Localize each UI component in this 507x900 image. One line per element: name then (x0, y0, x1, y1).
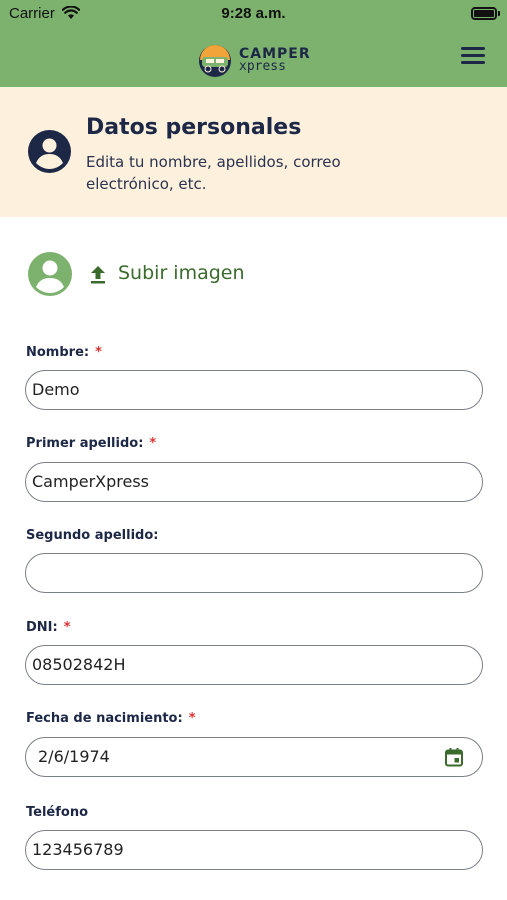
battery-tip (498, 11, 500, 16)
calendar-icon[interactable] (444, 747, 464, 767)
label-text: Segundo apellido: (26, 528, 159, 543)
section-header: Datos personales Edita tu nombre, apelli… (0, 87, 507, 217)
camperxpress-logo[interactable]: CAMPER xpress (197, 44, 317, 78)
page-description: Edita tu nombre, apellidos, correo elect… (86, 153, 341, 193)
required-asterisk: * (95, 345, 102, 360)
profile-avatar[interactable] (28, 252, 72, 296)
label-text: Teléfono (26, 805, 89, 820)
field-label-dni: DNI: * (26, 620, 71, 635)
label-text: DNI: (26, 620, 58, 635)
field-label-fecha-nacimiento: Fecha de nacimiento: * (26, 711, 196, 726)
dni-input[interactable]: 08502842H (25, 645, 483, 685)
clock: 9:28 a.m. (221, 5, 286, 22)
fecha-nacimiento-input[interactable]: 2/6/1974 (25, 737, 483, 777)
primer-apellido-input[interactable]: CamperXpress (25, 462, 483, 502)
status-bar: Carrier 9:28 a.m. (0, 0, 507, 28)
nombre-input[interactable]: Demo (25, 370, 483, 410)
upload-image-label: Subir imagen (118, 262, 245, 284)
upload-icon (91, 266, 105, 284)
label-text: Primer apellido: (26, 436, 144, 451)
segundo-apellido-input[interactable] (25, 553, 483, 593)
label-text: Nombre: (26, 345, 90, 360)
field-label-nombre: Nombre: * (26, 345, 102, 360)
app-header: Carrier 9:28 a.m. CAMPER xpress (0, 0, 507, 87)
logo-text-xpress: xpress (239, 59, 286, 74)
field-label-primer-apellido: Primer apellido: * (26, 436, 156, 451)
field-label-segundo-apellido: Segundo apellido: (26, 528, 158, 543)
date-value: 2/6/1974 (38, 747, 110, 766)
field-label-telefono: Teléfono (26, 805, 88, 820)
account-circle-icon (28, 130, 71, 173)
required-asterisk: * (63, 620, 71, 635)
hamburger-menu-icon[interactable] (459, 45, 489, 67)
page-title: Datos personales (86, 115, 302, 140)
required-asterisk: * (149, 436, 157, 451)
required-asterisk: * (188, 711, 196, 726)
camper-van-icon (199, 45, 231, 77)
battery-icon (471, 7, 497, 20)
label-text: Fecha de nacimiento: (26, 711, 183, 726)
telefono-input[interactable]: 123456789 (25, 830, 483, 870)
